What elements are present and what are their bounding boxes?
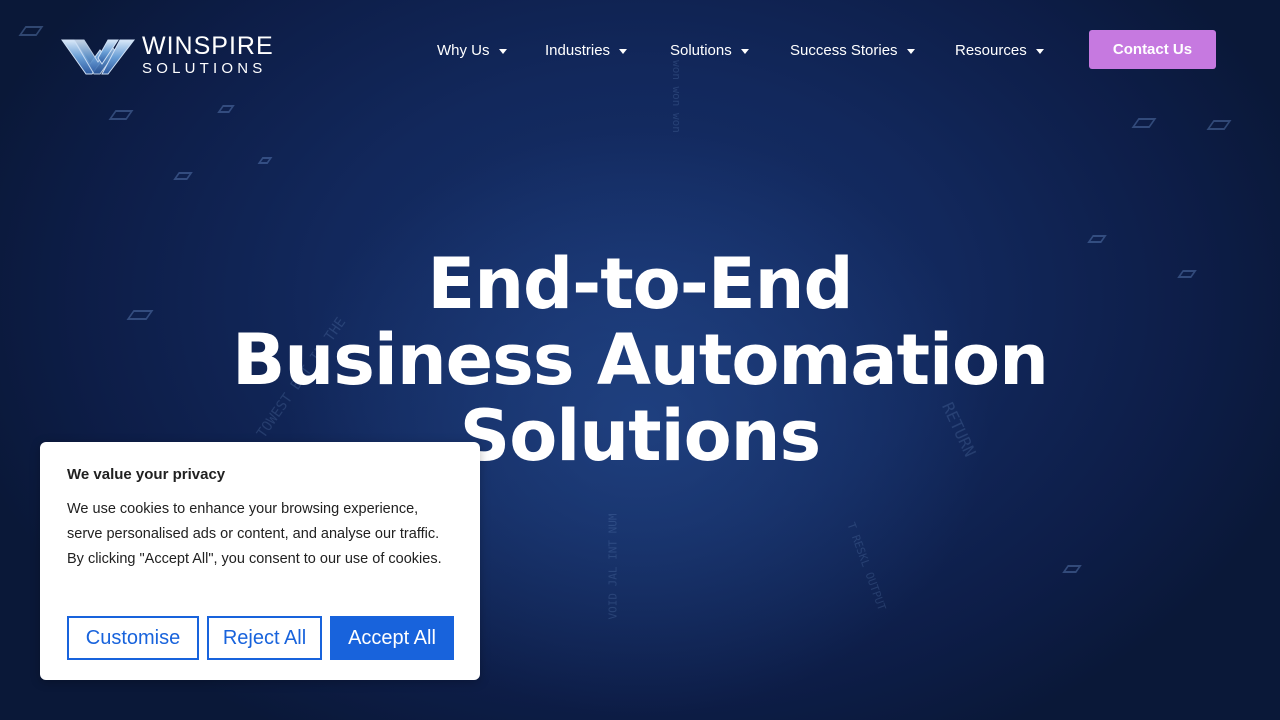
nav-item-why-us[interactable]: Why Us <box>437 42 507 59</box>
brand-tagline: SOLUTIONS <box>142 60 267 77</box>
nav-item-success-stories[interactable]: Success Stories <box>790 42 915 59</box>
reject-all-button[interactable]: Reject All <box>207 616 322 660</box>
caret-down-icon <box>740 49 749 54</box>
decorative-code: T RESKL OUTPUT <box>844 520 889 613</box>
cookie-banner-text: We use cookies to enhance your browsing … <box>67 501 442 567</box>
customise-button[interactable]: Customise <box>67 616 199 660</box>
nav-label: Industries <box>545 42 611 59</box>
nav-label: Why Us <box>437 42 490 59</box>
decorative-shape <box>1131 118 1157 128</box>
cookie-banner-title: We value your privacy <box>67 466 226 483</box>
nav-label: Solutions <box>670 42 732 59</box>
nav-item-resources[interactable]: Resources <box>955 42 1044 59</box>
decorative-shape <box>1062 565 1082 573</box>
nav-label: Success Stories <box>790 42 898 59</box>
caret-down-icon <box>498 49 507 54</box>
site-header: WINSPIRE SOLUTIONS Why Us Industries Sol… <box>0 0 1280 100</box>
caret-down-icon <box>906 49 915 54</box>
decorative-shape <box>173 172 193 180</box>
decorative-shape <box>217 105 235 113</box>
caret-down-icon <box>1035 49 1044 54</box>
cookie-button-group: Customise Reject All Accept All <box>67 616 454 660</box>
winspire-logo-icon <box>61 39 136 75</box>
nav-item-solutions[interactable]: Solutions <box>670 42 749 59</box>
contact-us-button[interactable]: Contact Us <box>1089 30 1216 69</box>
brand-logo[interactable]: WINSPIRE SOLUTIONS <box>60 34 274 76</box>
brand-name: WINSPIRE <box>142 32 274 60</box>
decorative-shape <box>257 157 273 164</box>
hero-title: End-to-End Business Automation Solutions <box>0 246 1280 474</box>
accept-all-button[interactable]: Accept All <box>330 616 454 660</box>
decorative-shape <box>1087 235 1107 243</box>
decorative-shape <box>1206 120 1232 130</box>
cookie-consent-banner: We value your privacy We use cookies to … <box>40 442 480 680</box>
hero-title-line: Business Automation <box>232 319 1049 401</box>
nav-label: Resources <box>955 42 1027 59</box>
caret-down-icon <box>619 49 628 54</box>
decorative-code: VOID JAL INT NUM <box>606 513 620 620</box>
hero-title-line: End-to-End <box>427 243 853 325</box>
decorative-shape <box>108 110 134 120</box>
nav-item-industries[interactable]: Industries <box>545 42 628 59</box>
